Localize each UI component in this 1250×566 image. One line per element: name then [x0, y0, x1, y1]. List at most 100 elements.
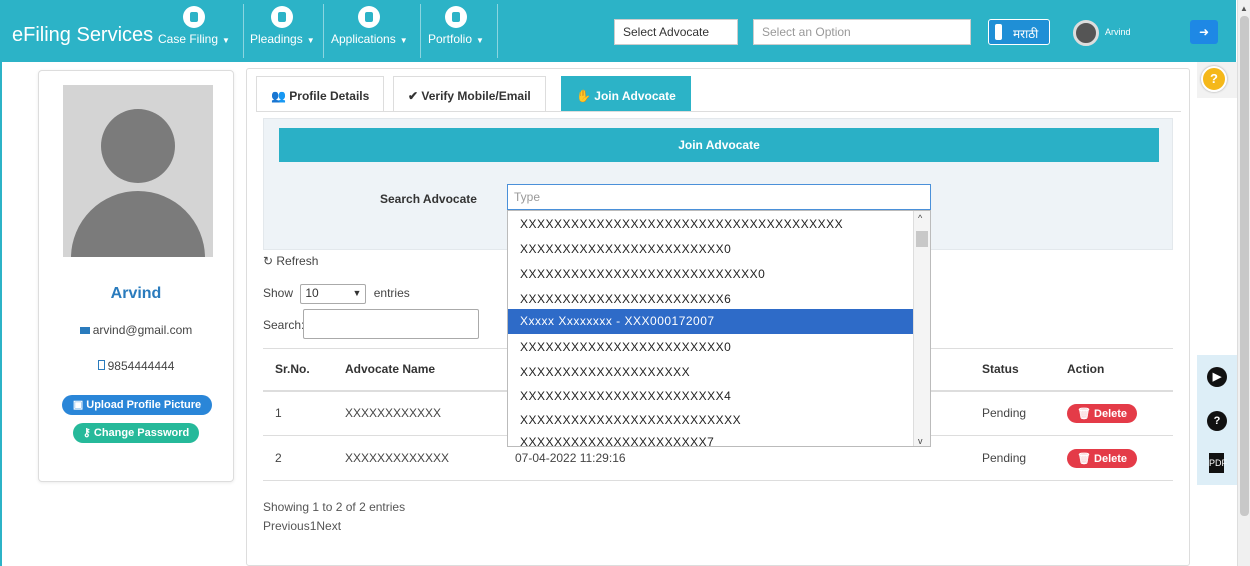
play-icon[interactable]: ▶: [1207, 367, 1227, 387]
refresh-link[interactable]: ↻ Refresh: [263, 254, 318, 268]
advocate-suggestions-dropdown[interactable]: XXXXXXXXXXXXXXXXXXXXXXXXXXXXXXXXXXXXXX X…: [507, 210, 931, 447]
avatar-body-shape: [71, 191, 205, 257]
dropdown-option[interactable]: XXXXXXXXXXXXXXXXXXXXXXXX4: [508, 384, 914, 409]
table-info: Showing 1 to 2 of 2 entries: [263, 500, 406, 514]
briefcase-icon: [444, 6, 467, 28]
dropdown-scrollbar[interactable]: ^ v: [913, 211, 930, 446]
nav-divider: [420, 4, 421, 58]
tab-verify-mobile-email[interactable]: ✔ Verify Mobile/Email: [393, 76, 546, 112]
pdf-icon[interactable]: PDF: [1209, 453, 1227, 473]
cell-action: 🗑 Delete: [1055, 435, 1173, 481]
dropdown-option[interactable]: XXXXXXXXXXXXXXXXXXXXXXXX0: [508, 237, 914, 262]
dropdown-option[interactable]: XXXXXXXXXXXXXXXXXXXXXXXX0: [508, 335, 914, 360]
top-navbar: eFiling Services Case Filing ▼ Pleadings ▼…: [0, 0, 1236, 62]
col-action: Action: [1055, 348, 1173, 392]
entries-value: 10: [305, 286, 319, 300]
refresh-label: Refresh: [276, 254, 319, 268]
nav-applications[interactable]: Applications ▼: [331, 6, 408, 46]
caret-down-icon: ▼: [222, 36, 230, 45]
join-advocate-header: Join Advocate: [279, 128, 1159, 162]
delete-button[interactable]: 🗑 Delete: [1067, 403, 1138, 423]
question-icon[interactable]: ?: [1207, 411, 1227, 431]
logout-button[interactable]: ➜: [1190, 20, 1218, 44]
nav-divider: [243, 4, 244, 58]
change-password-button[interactable]: ⚷ Change Password: [73, 423, 199, 443]
key-icon: ⚷: [82, 427, 94, 439]
dropdown-option-selected[interactable]: Xxxxx Xxxxxxxx - XXX000172007: [508, 309, 914, 334]
scroll-down-icon[interactable]: v: [918, 436, 923, 446]
cell-srno: 2: [263, 435, 333, 481]
dropdown-option[interactable]: XXXXXXXXXXXXXXXXXXXXXXXXXXXX0: [508, 262, 914, 287]
profile-phone: 9854444444: [39, 359, 233, 373]
side-tools-panel: ▶ ? PDF: [1197, 355, 1237, 485]
change-password-label: Change Password: [93, 427, 190, 439]
search-advocate-input[interactable]: Type: [507, 184, 931, 210]
left-accent-border: [0, 62, 2, 566]
chevron-down-icon: ▼: [352, 288, 362, 298]
table-pagination[interactable]: Previous1Next: [263, 519, 341, 533]
table-search-label: Search:: [263, 318, 305, 332]
col-srno: Sr.No.: [263, 348, 333, 392]
user-avatar[interactable]: [1073, 20, 1099, 46]
phone-icon: [97, 360, 105, 370]
users-icon: 👥: [271, 89, 290, 103]
tab-profile-details-label: Profile Details: [289, 89, 370, 103]
refresh-icon: ↻: [263, 254, 277, 268]
entries-select[interactable]: 10 ▼: [300, 284, 367, 304]
caret-down-icon: ▼: [476, 36, 484, 45]
gavel-icon: [271, 6, 294, 28]
select-option-dropdown[interactable]: Select an Option: [753, 19, 971, 45]
trash-icon: 🗑: [1077, 452, 1095, 465]
delete-button[interactable]: 🗑 Delete: [1067, 448, 1138, 468]
page-scrollbar[interactable]: ▲: [1237, 0, 1250, 566]
tab-join-label: Join Advocate: [594, 89, 676, 103]
dropdown-scroll-thumb[interactable]: [916, 231, 928, 247]
envelope-icon: [79, 327, 90, 334]
select-advocate[interactable]: Select Advocate: [614, 19, 738, 45]
caret-down-icon: ▼: [306, 36, 315, 45]
search-advocate-label: Search Advocate: [380, 192, 477, 206]
caret-down-icon: ▼: [399, 36, 408, 45]
cell-status: Pending: [970, 390, 1055, 436]
dropdown-option[interactable]: XXXXXXXXXXXXXXXXXXXXXXXXXXXXXXXXXXXXXX: [508, 212, 914, 237]
show-label: Show: [263, 286, 294, 301]
nav-applications-label: Applications: [331, 32, 396, 46]
upload-profile-picture-button[interactable]: ▣ Upload Profile Picture: [62, 395, 212, 415]
upload-label: Upload Profile Picture: [86, 399, 202, 411]
app-brand[interactable]: eFiling Services: [12, 24, 153, 47]
nav-case-filing-label: Case Filing: [158, 32, 219, 46]
tab-join-advocate[interactable]: ✋ Join Advocate: [561, 76, 691, 112]
dropdown-option[interactable]: XXXXXXXXXXXXXXXXXXXXXX7: [508, 430, 914, 446]
nav-divider: [497, 4, 498, 58]
col-status: Status: [970, 348, 1055, 392]
nav-divider: [323, 4, 324, 58]
profile-phone-text: 9854444444: [107, 359, 175, 373]
user-name[interactable]: Arvind: [1105, 27, 1131, 37]
delete-label: Delete: [1094, 452, 1128, 465]
help-fab: ?: [1197, 62, 1237, 98]
entries-label: entries: [373, 286, 410, 301]
cell-status: Pending: [970, 435, 1055, 481]
nav-case-filing[interactable]: Case Filing ▼: [158, 6, 230, 46]
language-toggle[interactable]: मराठी: [988, 19, 1050, 45]
col-advocate-name: Advocate Name: [333, 348, 503, 392]
tab-underline: [256, 111, 1181, 112]
nav-pleadings[interactable]: Pleadings ▼: [250, 6, 315, 46]
scroll-up-icon[interactable]: ▲: [1240, 4, 1248, 13]
profile-avatar: [63, 85, 213, 257]
tab-profile-details[interactable]: 👥 Profile Details: [256, 76, 385, 112]
tab-verify-label: Verify Mobile/Email: [421, 89, 531, 103]
table-search-input[interactable]: [303, 309, 479, 339]
cell-advocate-name: XXXXXXXXXXXX: [333, 390, 503, 436]
table-search: Search:: [263, 309, 479, 339]
profile-email-text: arvind@gmail.com: [92, 323, 193, 337]
scroll-up-icon[interactable]: ^: [918, 213, 922, 223]
cell-srno: 1: [263, 390, 333, 436]
toggle-icon: [995, 24, 1002, 40]
dropdown-option[interactable]: XXXXXXXXXXXXXXXXXXXX: [508, 360, 914, 385]
language-label: मराठी: [1013, 27, 1039, 41]
help-circle-icon[interactable]: ?: [1201, 66, 1227, 92]
scrollbar-thumb[interactable]: [1240, 16, 1249, 516]
delete-label: Delete: [1094, 407, 1128, 420]
nav-portfolio[interactable]: Portfolio ▼: [428, 6, 484, 46]
